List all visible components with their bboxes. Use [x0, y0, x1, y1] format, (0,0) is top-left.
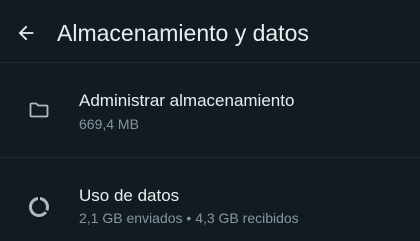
page-title: Almacenamiento y datos [57, 20, 309, 46]
manage-storage-title: Administrar almacenamiento [79, 91, 295, 110]
app-bar: Almacenamiento y datos [0, 0, 420, 66]
data-usage-summary: 2,1 GB enviados • 4,3 GB recibidos [79, 210, 299, 226]
manage-storage-item[interactable]: Administrar almacenamiento 669,4 MB [0, 63, 420, 157]
data-usage-item[interactable]: Uso de datos 2,1 GB enviados • 4,3 GB re… [0, 158, 420, 241]
data-usage-icon [27, 195, 51, 219]
manage-storage-size: 669,4 MB [79, 116, 139, 132]
data-usage-title: Uso de datos [79, 186, 180, 205]
arrow-left-icon [18, 25, 34, 41]
storage-and-data-screen: Almacenamiento y datos Administrar almac… [0, 0, 420, 241]
folder-icon [27, 98, 51, 122]
back-button[interactable] [10, 17, 42, 49]
